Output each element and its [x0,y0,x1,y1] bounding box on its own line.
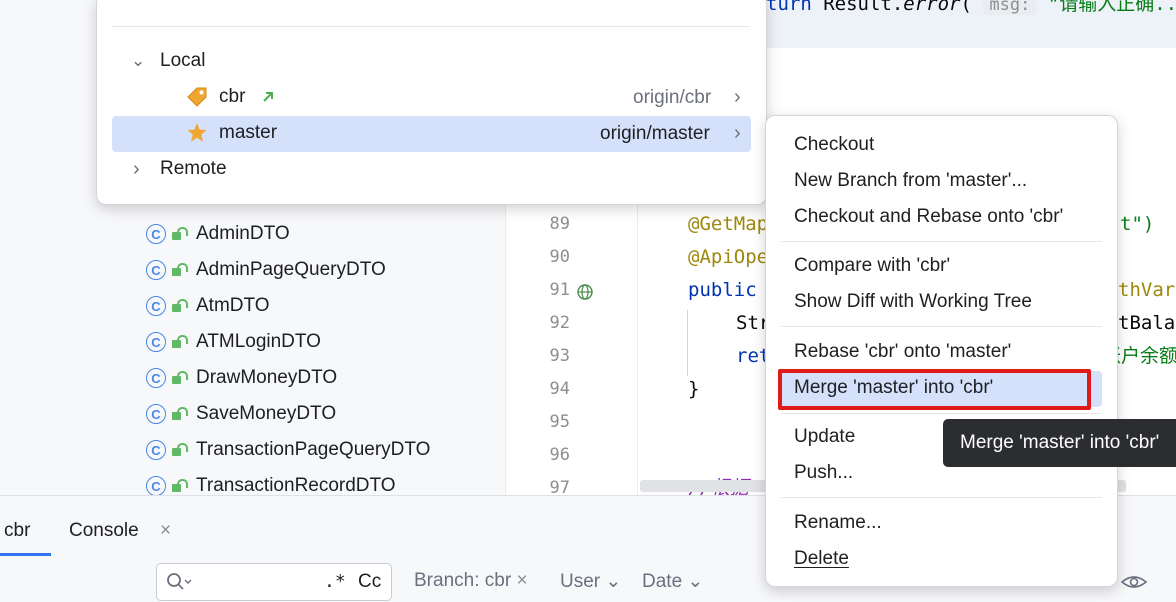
menu-separator [781,413,1102,414]
lock-icon [172,443,188,457]
tree-item[interactable]: C DrawMoneyDTO [146,360,337,396]
chevron-down-icon: ⌄ [605,571,622,592]
tracking-branch: origin/master [600,123,710,144]
tree-item-label: TransactionPageQueryDTO [196,439,431,460]
menu-item-rebase[interactable]: Rebase 'cbr' onto 'master' [794,336,1011,368]
tree-item[interactable]: C TransactionPageQueryDTO [146,432,430,468]
menu-item-compare[interactable]: Compare with 'cbr' [794,250,950,282]
close-icon[interactable]: × [516,570,527,591]
line-number: 93 [549,346,570,366]
class-icon: C [146,440,166,460]
menu-separator [781,497,1102,498]
menu-item-checkout-rebase[interactable]: Checkout and Rebase onto 'cbr' [794,201,1063,233]
annotation-highlight-box [778,369,1091,410]
code-token: t") [1120,213,1155,235]
lock-icon [172,407,188,421]
code-line-top: turn Result.error( msg: "请输入正确... [766,0,1176,21]
tree-item-label: AdminDTO [196,223,290,244]
menu-item-new-branch[interactable]: New Branch from 'master'... [794,165,1027,197]
lock-icon [172,227,188,241]
eye-icon[interactable] [1120,572,1148,592]
indent-guide [687,310,688,376]
class-icon: C [146,476,166,496]
search-icon[interactable] [166,572,192,592]
menu-separator [781,241,1102,242]
lock-icon [172,335,188,349]
class-icon: C [146,368,166,388]
menu-item-show-diff[interactable]: Show Diff with Working Tree [794,286,1032,318]
menu-item-rename[interactable]: Rename... [794,507,882,539]
tree-item-label: DrawMoneyDTO [196,367,338,388]
chevron-right-icon[interactable]: › [734,86,741,109]
popup-divider [112,26,750,27]
chevron-down-icon: ⌄ [687,571,704,592]
tracking-branch: origin/cbr [633,87,712,108]
web-endpoint-icon[interactable] [576,283,594,301]
tree-item[interactable]: C AdminPageQueryDTO [146,252,386,288]
menu-item-update[interactable]: Update [794,421,855,453]
menu-item-delete[interactable]: Delete [794,543,849,575]
lock-icon [172,299,188,313]
star-icon [187,123,207,142]
chevron-down-icon: ⌄ [131,51,146,70]
branch-name: cbr [219,86,246,107]
tree-item-label: AdminPageQueryDTO [196,259,386,280]
chevron-right-icon[interactable]: › [734,122,741,145]
menu-separator [781,326,1102,327]
remote-group[interactable]: › Remote [133,151,227,187]
line-number: 92 [549,313,570,333]
local-group-label: Local [160,50,206,71]
tree-item[interactable]: C ATMLoginDTO [146,324,321,360]
class-icon: C [146,224,166,244]
class-icon: C [146,260,166,280]
active-tab-indicator [0,553,51,556]
tree-item[interactable]: C AdminDTO [146,216,290,252]
lock-icon [172,371,188,385]
param-hint: msg: [983,0,1037,15]
tree-item[interactable]: C SaveMoneyDTO [146,396,336,432]
line-number: 91 [549,280,570,300]
line-number: 95 [549,412,570,432]
code-token: @GetMap [688,213,769,235]
outgoing-arrow-icon [263,92,274,102]
line-number: 94 [549,379,570,399]
tab-console[interactable]: Console [69,520,139,542]
menu-item-checkout[interactable]: Checkout [794,129,874,161]
tree-item[interactable]: C AtmDTO [146,288,270,324]
tree-item-label: TransactionRecordDTO [196,475,396,496]
tree-item-label: ATMLoginDTO [196,331,321,352]
line-number: 89 [549,214,570,234]
code-token: @ApiOpe [688,246,769,268]
branch-name: master [219,122,278,143]
remote-group-label: Remote [160,158,227,179]
date-filter[interactable]: Date ⌄ [642,570,703,593]
close-icon[interactable]: × [160,520,171,542]
line-number: 90 [549,247,570,267]
code-token: } [688,378,700,400]
menu-item-push[interactable]: Push... [794,457,853,489]
regex-toggle[interactable]: .* [324,571,346,592]
chevron-right-icon: › [133,157,140,180]
class-icon: C [146,296,166,316]
tree-item-label: AtmDTO [196,295,270,316]
lock-icon [172,263,188,277]
line-number: 96 [549,445,570,465]
user-filter[interactable]: User ⌄ [560,570,621,593]
tooltip: Merge 'master' into 'cbr' [943,419,1176,467]
code-token: thVar [1118,279,1176,301]
tab-cbr[interactable]: cbr [4,520,30,542]
class-icon: C [146,404,166,424]
tree-item-label: SaveMoneyDTO [196,403,337,424]
lock-icon [172,479,188,493]
class-icon: C [146,332,166,352]
tag-icon [187,87,207,107]
code-token: public [688,279,757,301]
branch-filter[interactable]: Branch: cbr × [414,570,528,592]
match-case-toggle[interactable]: Cc [358,571,381,593]
code-token: tBala [1118,312,1176,334]
local-group[interactable]: ⌄ Local [131,43,205,79]
